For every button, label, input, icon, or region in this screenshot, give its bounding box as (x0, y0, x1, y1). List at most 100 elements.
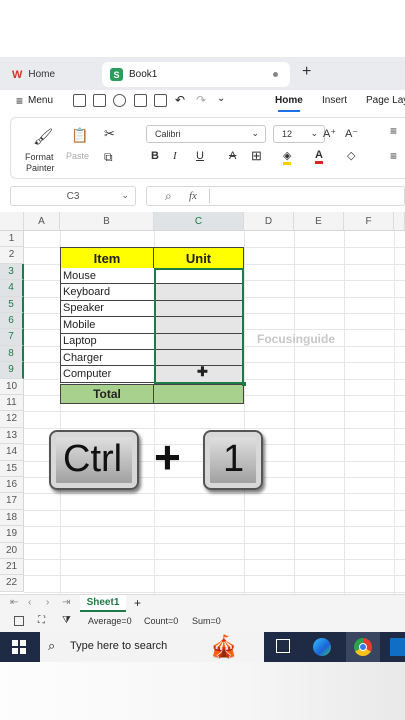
new-tab-button[interactable]: + (302, 63, 311, 81)
name-box[interactable]: C3 ⌄ (10, 186, 136, 206)
row-header-21[interactable]: 21 (0, 559, 24, 576)
item-cell[interactable]: Mobile (60, 317, 154, 334)
paste-button[interactable]: Paste (66, 151, 89, 161)
row-header-20[interactable]: 20 (0, 542, 24, 559)
formula-input[interactable]: ⌕ fx (146, 186, 405, 206)
italic-icon[interactable]: I (173, 150, 177, 162)
cut-icon[interactable]: ✂ (104, 126, 115, 142)
hamburger-icon[interactable]: ≡ (16, 94, 23, 108)
row-header-5[interactable]: 5 (0, 296, 24, 313)
row-header-9[interactable]: 9 (0, 362, 24, 379)
next-sheet-icon[interactable]: › (46, 597, 49, 608)
select-all-corner[interactable] (0, 212, 24, 231)
column-header-a[interactable]: A (24, 212, 60, 231)
column-header-c[interactable]: C (154, 212, 244, 231)
edge-browser-icon[interactable] (313, 638, 331, 656)
row-header-11[interactable]: 11 (0, 395, 24, 412)
redo-icon[interactable]: ↷ (196, 93, 206, 107)
format-painter-label-1[interactable]: Format (25, 152, 54, 162)
ribbon-tab-page-layout[interactable]: Page Lay (366, 95, 405, 106)
align-icon[interactable]: ≡ (390, 124, 397, 138)
taskbar-search-box[interactable]: ⌕ Type here to search 🎪 (40, 632, 264, 662)
format-painter-label-2[interactable]: Painter (26, 163, 55, 173)
item-cell[interactable]: Computer (60, 366, 154, 383)
tab-book1[interactable]: S Book1 (102, 62, 290, 87)
row-header-18[interactable]: 18 (0, 509, 24, 527)
row-header-1[interactable]: 1 (0, 231, 24, 248)
print-icon[interactable] (134, 94, 147, 107)
item-cell[interactable]: Speaker (60, 300, 154, 318)
row-header-12[interactable]: 12 (0, 411, 24, 428)
strikethrough-icon[interactable]: A (229, 150, 236, 162)
font-size-select[interactable]: 12 ⌄ (273, 125, 325, 143)
print-preview-icon[interactable] (154, 94, 167, 107)
sheet-tab-sheet1[interactable]: Sheet1 (80, 595, 126, 612)
fill-color-icon[interactable]: ◈ (283, 149, 292, 165)
more-chevron-icon[interactable]: ⌄ (217, 93, 225, 104)
bold-icon[interactable]: B (151, 150, 159, 162)
unsaved-dot-icon[interactable] (273, 72, 278, 77)
first-sheet-icon[interactable]: ⇤ (10, 597, 18, 608)
font-name-select[interactable]: Calibri ⌄ (146, 125, 266, 143)
column-header-g[interactable] (394, 212, 405, 231)
column-header-b[interactable]: B (60, 212, 154, 231)
column-header-e[interactable]: E (294, 212, 344, 231)
sheet-tab-bar: ⇤ ‹ › ⇥ Sheet1 + (0, 594, 405, 612)
row-header-13[interactable]: 13 (0, 427, 24, 445)
prev-sheet-icon[interactable]: ‹ (28, 597, 31, 608)
item-cell[interactable]: Charger (60, 350, 154, 367)
status-count: Count=0 (144, 616, 179, 626)
font-color-icon[interactable]: A (315, 149, 323, 164)
ribbon-tab-insert[interactable]: Insert (322, 95, 347, 106)
windows-start-icon[interactable] (12, 640, 26, 654)
total-label-cell[interactable]: Total (60, 384, 154, 404)
row-header-4[interactable]: 4 (0, 280, 24, 297)
clear-format-icon[interactable]: ◇ (347, 149, 355, 162)
header-item-cell[interactable]: Item (60, 247, 154, 269)
last-sheet-icon[interactable]: ⇥ (62, 597, 70, 608)
function-icon[interactable]: fx (189, 190, 197, 202)
save-icon[interactable] (93, 94, 106, 107)
row-header-6[interactable]: 6 (0, 313, 24, 330)
row-header-16[interactable]: 16 (0, 477, 24, 494)
borders-icon[interactable]: ⊞ (251, 148, 262, 164)
column-header-d[interactable]: D (244, 212, 294, 231)
underline-icon[interactable]: U (196, 150, 204, 162)
indent-icon[interactable]: ≡ (390, 149, 397, 163)
item-cell[interactable]: Keyboard (60, 284, 154, 301)
row-header-10[interactable]: 10 (0, 378, 24, 395)
add-sheet-button[interactable]: + (134, 596, 141, 610)
row-header-19[interactable]: 19 (0, 526, 24, 543)
spreadsheet-grid[interactable]: A B C D E F 1 2 3 4 5 6 7 8 9 10 11 12 13 14 15 16 17 18 1… (0, 212, 405, 594)
status-mode-icon[interactable] (14, 616, 24, 626)
zoom-search-icon[interactable]: ⌕ (165, 189, 172, 204)
row-header-8[interactable]: 8 (0, 345, 24, 363)
column-header-f[interactable]: F (344, 212, 394, 231)
menu-button[interactable]: Menu (28, 95, 53, 106)
row-header-2[interactable]: 2 (0, 247, 24, 264)
ribbon-tab-home[interactable]: Home (275, 95, 303, 106)
total-value-cell[interactable] (153, 384, 244, 404)
copy-icon[interactable]: ⧉ (104, 150, 113, 165)
row-header-22[interactable]: 22 (0, 575, 24, 592)
item-cell[interactable]: Laptop (60, 333, 154, 350)
row-header-17[interactable]: 17 (0, 493, 24, 510)
undo-icon[interactable]: ↶ (175, 93, 185, 107)
row-header-15[interactable]: 15 (0, 460, 24, 477)
header-unit-cell[interactable]: Unit (153, 247, 244, 269)
fill-handle[interactable] (242, 382, 246, 386)
open-folder-icon[interactable] (73, 94, 86, 107)
row-header-14[interactable]: 14 (0, 444, 24, 461)
shrink-font-icon[interactable]: A⁻ (345, 127, 358, 140)
item-cell[interactable]: Mouse (60, 268, 154, 285)
tab-home[interactable]: W Home (4, 63, 96, 86)
row-header-7[interactable]: 7 (0, 329, 24, 346)
share-icon[interactable] (113, 94, 126, 107)
app-icon-partial[interactable] (390, 638, 405, 656)
grow-font-icon[interactable]: A⁺ (323, 127, 336, 140)
row-header-3[interactable]: 3 (0, 263, 24, 281)
accessibility-icon[interactable]: ⛶ (38, 615, 45, 626)
one-key-label: 1 (223, 438, 245, 480)
task-view-icon[interactable] (276, 639, 290, 653)
filter-icon[interactable]: ⧩ (62, 615, 71, 626)
